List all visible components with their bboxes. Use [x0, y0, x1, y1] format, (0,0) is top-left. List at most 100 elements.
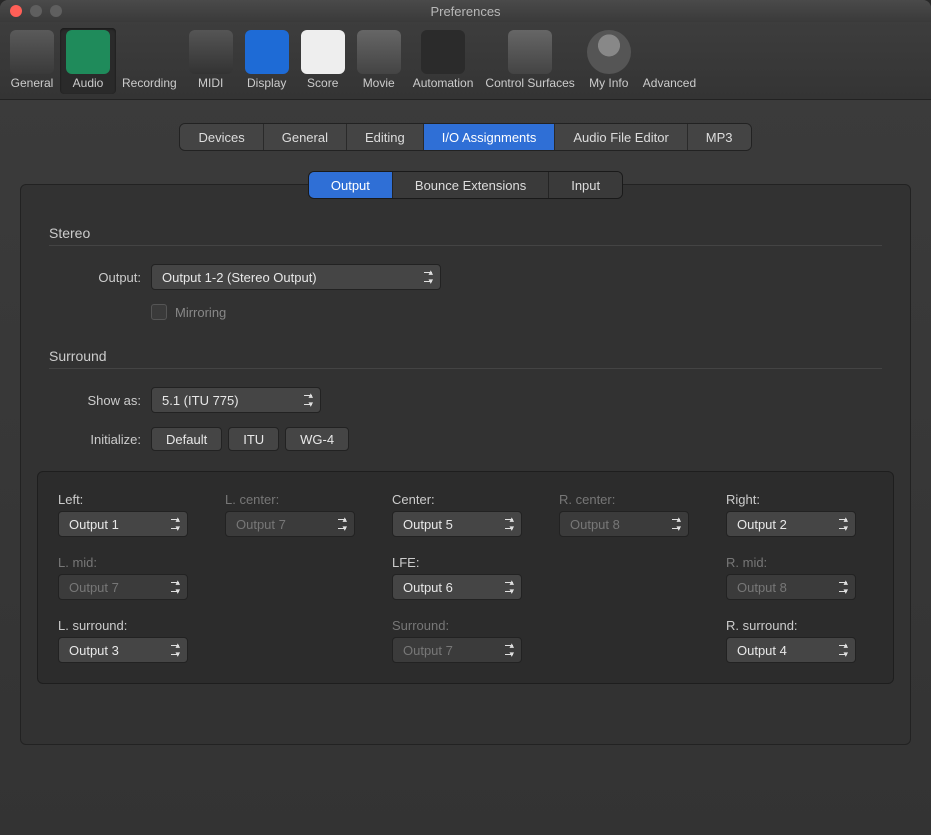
tab-general[interactable]: General [264, 124, 347, 150]
toolbar-item-general[interactable]: General [4, 28, 60, 94]
channel-label: Surround: [392, 618, 539, 633]
subtab-input[interactable]: Input [549, 172, 622, 198]
channel-label: LFE: [392, 555, 539, 570]
toolbar-label: Display [247, 76, 286, 90]
channel-value: Output 2 [737, 517, 787, 532]
channel-right: Right:Output 2▴▾ [726, 492, 873, 537]
recording-icon [127, 30, 171, 74]
channel-r-center-popup: Output 8▴▾ [559, 511, 689, 537]
traffic-lights [10, 5, 62, 17]
channel-value: Output 5 [403, 517, 453, 532]
channel-value: Output 7 [236, 517, 286, 532]
toolbar-item-advanced[interactable]: Advanced [637, 28, 702, 94]
subtab-output[interactable]: Output [309, 172, 393, 198]
toolbar-label: Control Surfaces [485, 76, 574, 90]
channel-l-surround-popup[interactable]: Output 3 ▴▾ [58, 637, 188, 663]
tab-editing[interactable]: Editing [347, 124, 424, 150]
channel-r-surround-popup[interactable]: Output 4▴▾ [726, 637, 856, 663]
chevron-updown-icon: ▴▾ [509, 515, 514, 533]
zoom-icon[interactable] [50, 5, 62, 17]
channel-value: Output 7 [403, 643, 453, 658]
tab-i-o-assignments[interactable]: I/O Assignments [424, 124, 556, 150]
window-title: Preferences [430, 4, 500, 19]
score-icon [301, 30, 345, 74]
chevron-updown-icon: ▴▾ [428, 268, 433, 286]
toolbar-item-display[interactable]: Display [239, 28, 295, 94]
channel-label: L. surround: [58, 618, 205, 633]
primary-tabbar: DevicesGeneralEditingI/O AssignmentsAudi… [20, 124, 911, 150]
initialize-label: Initialize: [49, 432, 141, 447]
channel-surround-popup: Output 7 ▴▾ [392, 637, 522, 663]
audio-icon [66, 30, 110, 74]
toolbar-item-midi[interactable]: MIDI [183, 28, 239, 94]
controlsurfaces-icon [508, 30, 552, 74]
toolbar-item-movie[interactable]: Movie [351, 28, 407, 94]
toolbar-item-myinfo[interactable]: My Info [581, 28, 637, 94]
channel-lfe: LFE: Output 6 ▴▾ [392, 555, 539, 600]
chevron-updown-icon: ▴▾ [342, 515, 347, 533]
toolbar-item-recording[interactable]: Recording [116, 28, 183, 94]
chevron-updown-icon: ▴▾ [843, 515, 848, 533]
myinfo-icon [587, 30, 631, 74]
toolbar-item-audio[interactable]: Audio [60, 28, 116, 94]
mirroring-checkbox [151, 304, 167, 320]
channel-label: R. center: [559, 492, 706, 507]
tab-devices[interactable]: Devices [180, 124, 263, 150]
channel-label: Left: [58, 492, 205, 507]
close-icon[interactable] [10, 5, 22, 17]
chevron-updown-icon: ▴▾ [509, 641, 514, 659]
channel-value: Output 6 [403, 580, 453, 595]
titlebar: Preferences [0, 0, 931, 22]
init-itu-button[interactable]: ITU [228, 427, 279, 451]
toolbar-label: Automation [413, 76, 474, 90]
minimize-icon[interactable] [30, 5, 42, 17]
chevron-updown-icon: ▴▾ [175, 578, 180, 596]
io-panel: OutputBounce ExtensionsInput Stereo Outp… [20, 184, 911, 745]
channel-value: Output 1 [69, 517, 119, 532]
channel-left-popup[interactable]: Output 1▴▾ [58, 511, 188, 537]
stereo-heading: Stereo [49, 225, 882, 246]
channel-r-surround: R. surround:Output 4▴▾ [726, 618, 873, 663]
chevron-updown-icon: ▴▾ [676, 515, 681, 533]
channel-center-popup[interactable]: Output 5 ▴▾ [392, 511, 522, 537]
toolbar-item-controlsurfaces[interactable]: Control Surfaces [479, 28, 580, 94]
channel-value: Output 3 [69, 643, 119, 658]
toolbar-item-score[interactable]: Score [295, 28, 351, 94]
chevron-updown-icon: ▴▾ [843, 641, 848, 659]
tab-mp3[interactable]: MP3 [688, 124, 751, 150]
automation-icon [421, 30, 465, 74]
mirroring-label: Mirroring [175, 305, 226, 320]
show-as-label: Show as: [49, 393, 141, 408]
toolbar-label: MIDI [198, 76, 223, 90]
channel-r-mid: R. mid:Output 8▴▾ [726, 555, 873, 600]
initialize-buttons: DefaultITUWG-4 [151, 427, 349, 451]
init-default-button[interactable]: Default [151, 427, 222, 451]
channel-lfe-popup[interactable]: Output 6 ▴▾ [392, 574, 522, 600]
toolbar-label: Movie [363, 76, 395, 90]
channel-label: R. mid: [726, 555, 873, 570]
general-icon [10, 30, 54, 74]
channel-center: Center:Output 5▴▾ [392, 492, 539, 537]
channel-l-mid: L. mid:Output 7▴▾ [58, 555, 205, 600]
subtab-bounce-extensions[interactable]: Bounce Extensions [393, 172, 549, 198]
surround-heading: Surround [49, 348, 882, 369]
toolbar-item-automation[interactable]: Automation [407, 28, 480, 94]
channel-surround: Surround: Output 7 ▴▾ [392, 618, 539, 663]
channel-l-mid-popup: Output 7▴▾ [58, 574, 188, 600]
stereo-section: Stereo Output: Output 1-2 (Stereo Output… [21, 211, 910, 320]
stereo-output-popup[interactable]: Output 1-2 (Stereo Output) ▴▾ [151, 264, 441, 290]
init-wg-4-button[interactable]: WG-4 [285, 427, 349, 451]
show-as-popup[interactable]: 5.1 (ITU 775) ▴▾ [151, 387, 321, 413]
toolbar-label: Score [307, 76, 338, 90]
channel-r-center: R. center: Output 8▴▾ [559, 492, 706, 537]
chevron-updown-icon: ▴▾ [509, 578, 514, 596]
toolbar: GeneralAudioRecording MIDI Display Score Mov… [0, 22, 931, 100]
channel-right-popup[interactable]: Output 2 ▴▾ [726, 511, 856, 537]
tab-audio-file-editor[interactable]: Audio File Editor [555, 124, 687, 150]
surround-output-grid: Left:Output 1▴▾L. center:Output 7▴▾Cente… [37, 471, 894, 684]
channel-left: Left: Output 1▴▾ [58, 492, 205, 537]
chevron-updown-icon: ▴▾ [175, 641, 180, 659]
chevron-updown-icon: ▴▾ [843, 578, 848, 596]
show-as-value: 5.1 (ITU 775) [162, 393, 239, 408]
movie-icon [357, 30, 401, 74]
